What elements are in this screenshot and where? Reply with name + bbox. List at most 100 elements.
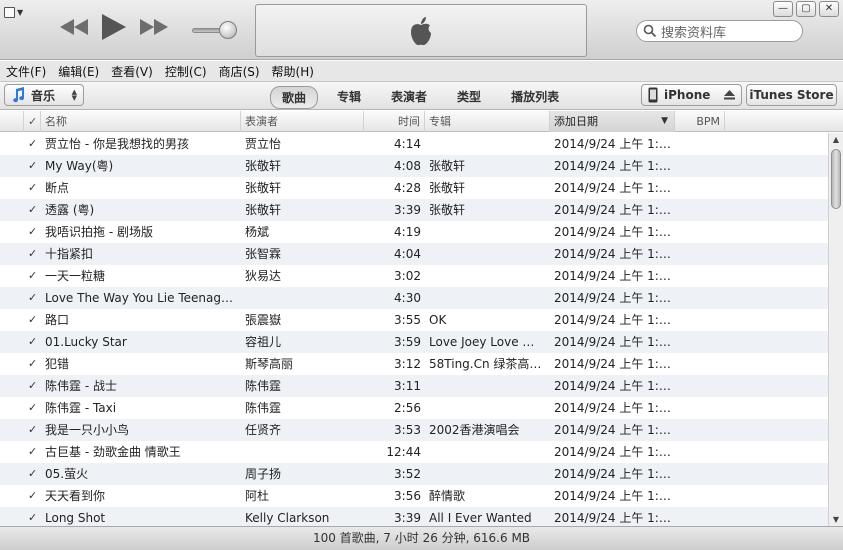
row-checkbox[interactable]: ✓ xyxy=(28,331,42,353)
app-menu-icon xyxy=(4,6,15,18)
row-checkbox[interactable]: ✓ xyxy=(28,221,42,243)
iphone-icon xyxy=(648,87,658,103)
header-spacer xyxy=(0,111,24,132)
tab-songs[interactable]: 歌曲 xyxy=(270,86,319,109)
play-button[interactable] xyxy=(102,14,126,40)
scroll-thumb[interactable] xyxy=(831,149,841,209)
row-checkbox[interactable]: ✓ xyxy=(28,375,42,397)
cell-album: Love Joey Love 喜欢... xyxy=(429,335,546,349)
row-checkbox[interactable]: ✓ xyxy=(28,287,42,309)
cell-album: 张敬轩 xyxy=(429,181,466,195)
cell-date-added: 2014/9/24 上午 1:25 xyxy=(554,379,672,393)
cell-name: 陈伟霆 - 战士 xyxy=(45,379,117,393)
table-row[interactable]: ✓ 我是一只小小鸟 任贤齐 3:53 2002香港演唱会 2014/9/24 上午 1:2… xyxy=(0,419,828,441)
table-row[interactable]: ✓ 断点 张敬轩 4:28 张敬轩 2014/9/24 上午 1:48 xyxy=(0,177,828,199)
device-button-iphone[interactable]: iPhone xyxy=(641,84,742,106)
table-row[interactable]: ✓ 01.Lucky Star 容祖儿 3:59 Love Joey Love 喜欢..… xyxy=(0,331,828,353)
row-checkbox[interactable]: ✓ xyxy=(28,199,42,221)
header-album[interactable]: 专辑 xyxy=(425,111,550,132)
header-date-added[interactable]: 添加日期 ▼ xyxy=(550,111,675,132)
row-checkbox[interactable]: ✓ xyxy=(28,507,42,526)
row-checkbox[interactable]: ✓ xyxy=(28,265,42,287)
tab-playlists[interactable]: 播放列表 xyxy=(500,86,570,109)
cell-name: 断点 xyxy=(45,181,70,195)
app-menu-button[interactable]: ▼ xyxy=(4,5,30,19)
vertical-scrollbar[interactable]: ▲ ▼ xyxy=(828,133,843,526)
menu-help[interactable]: 帮助(H) xyxy=(272,63,314,80)
restore-button[interactable]: ▢ xyxy=(796,1,816,17)
row-checkbox[interactable]: ✓ xyxy=(28,133,42,155)
cell-name: 十指紧扣 xyxy=(45,247,94,261)
table-row[interactable]: ✓ My Way(粤) 张敬轩 4:08 张敬轩 2014/9/24 上午 1:48 xyxy=(0,155,828,177)
table-row[interactable]: ✓ 贾立怡 - 你是我想找的男孩 贾立怡 4:14 2014/9/24 上午 1:49 xyxy=(0,133,828,155)
row-checkbox[interactable]: ✓ xyxy=(28,177,42,199)
library-selector[interactable]: 音乐 ▲ ▼ xyxy=(4,84,84,106)
table-row[interactable]: ✓ 透露 (粤) 张敬轩 3:39 张敬轩 2014/9/24 上午 1:48 xyxy=(0,199,828,221)
table-row[interactable]: ✓ Long Shot Kelly Clarkson 3:39 All I Ever W… xyxy=(0,507,828,526)
table-row[interactable]: ✓ 路口 張震嶽 3:55 OK 2014/9/24 上午 1:34 xyxy=(0,309,828,331)
close-button[interactable]: ✕ xyxy=(819,1,839,17)
header-artist[interactable]: 表演者 xyxy=(241,111,364,132)
cell-artist: 阿杜 xyxy=(245,489,270,503)
cell-time: 3:53 xyxy=(394,423,421,437)
row-checkbox[interactable]: ✓ xyxy=(28,485,42,507)
menu-controls[interactable]: 控制(C) xyxy=(165,63,207,80)
sort-descending-icon: ▼ xyxy=(661,116,668,126)
cell-album: 58Ting.Cn 绿茶高品... xyxy=(429,357,546,371)
itunes-store-button[interactable]: iTunes Store xyxy=(746,84,837,106)
previous-button[interactable] xyxy=(60,19,88,35)
table-row[interactable]: ✓ 陈伟霆 - Taxi 陈伟霆 2:56 2014/9/24 上午 1:25 xyxy=(0,397,828,419)
row-checkbox[interactable]: ✓ xyxy=(28,155,42,177)
table-row[interactable]: ✓ 天天看到你 阿杜 3:56 醉情歌 2014/9/24 上午 1:07 xyxy=(0,485,828,507)
table-row[interactable]: ✓ 古巨基 - 劲歌金曲 情歌王 12:44 2014/9/24 上午 1:22 xyxy=(0,441,828,463)
table-row[interactable]: ✓ 陈伟霆 - 战士 陈伟霆 3:11 2014/9/24 上午 1:25 xyxy=(0,375,828,397)
tab-albums[interactable]: 专辑 xyxy=(326,86,372,109)
header-time[interactable]: 时间 xyxy=(364,111,425,132)
tab-artists[interactable]: 表演者 xyxy=(380,86,438,109)
header-name[interactable]: 名称 xyxy=(41,111,241,132)
table-row[interactable]: ✓ Love The Way You Lie Teenage D... 4:30 20… xyxy=(0,287,828,309)
next-button[interactable] xyxy=(140,19,168,35)
scroll-up-icon[interactable]: ▲ xyxy=(829,135,843,144)
minimize-button[interactable]: — xyxy=(773,1,793,17)
table-row[interactable]: ✓ 十指紧扣 张智霖 4:04 2014/9/24 上午 1:43 xyxy=(0,243,828,265)
cell-date-added: 2014/9/24 上午 1:25 xyxy=(554,401,672,415)
cell-album xyxy=(429,243,546,265)
row-checkbox[interactable]: ✓ xyxy=(28,353,42,375)
fast-forward-icon xyxy=(140,19,168,35)
table-row[interactable]: ✓ 05.萤火 周子扬 3:52 2014/9/24 上午 1:09 xyxy=(0,463,828,485)
cell-album: OK xyxy=(429,313,447,327)
row-checkbox[interactable]: ✓ xyxy=(28,441,42,463)
menu-file[interactable]: 文件(F) xyxy=(6,63,46,80)
row-checkbox[interactable]: ✓ xyxy=(28,463,42,485)
row-checkbox[interactable]: ✓ xyxy=(28,309,42,331)
cell-date-added: 2014/9/24 上午 1:27 xyxy=(554,357,672,371)
cell-name: 路口 xyxy=(45,313,70,327)
cell-artist: Kelly Clarkson xyxy=(245,511,330,525)
music-note-icon xyxy=(13,87,25,103)
header-check[interactable]: ✓ xyxy=(24,111,41,132)
cell-artist: 斯琴高丽 xyxy=(245,357,294,371)
search-input[interactable]: 搜索资料库 xyxy=(636,20,803,42)
cell-name: 犯错 xyxy=(45,357,70,371)
volume-slider[interactable] xyxy=(192,20,238,40)
cell-artist xyxy=(245,287,360,309)
row-checkbox[interactable]: ✓ xyxy=(28,397,42,419)
search-placeholder: 搜索资料库 xyxy=(661,25,727,41)
up-down-arrows-icon: ▲ ▼ xyxy=(71,88,77,102)
menu-view[interactable]: 查看(V) xyxy=(111,63,153,80)
top-toolbar: ▼ — ▢ ✕ 搜索资料库 xyxy=(0,0,843,60)
volume-knob[interactable] xyxy=(219,21,237,39)
table-row[interactable]: ✓ 一天一粒糖 狄易达 3:02 2014/9/24 上午 1:42 xyxy=(0,265,828,287)
menu-store[interactable]: 商店(S) xyxy=(219,63,260,80)
scroll-down-icon[interactable]: ▼ xyxy=(829,515,843,524)
menu-edit[interactable]: 编辑(E) xyxy=(58,63,99,80)
tab-genres[interactable]: 类型 xyxy=(446,86,492,109)
cell-time: 3:02 xyxy=(394,269,421,283)
table-row[interactable]: ✓ 我唔识拍拖 - 剧场版 杨斌 4:19 2014/9/24 上午 1:47 xyxy=(0,221,828,243)
cell-artist: 容祖儿 xyxy=(245,335,282,349)
table-row[interactable]: ✓ 犯错 斯琴高丽 3:12 58Ting.Cn 绿茶高品... 2014/9/24 上午… xyxy=(0,353,828,375)
row-checkbox[interactable]: ✓ xyxy=(28,243,42,265)
header-bpm[interactable]: BPM xyxy=(675,111,725,132)
row-checkbox[interactable]: ✓ xyxy=(28,419,42,441)
